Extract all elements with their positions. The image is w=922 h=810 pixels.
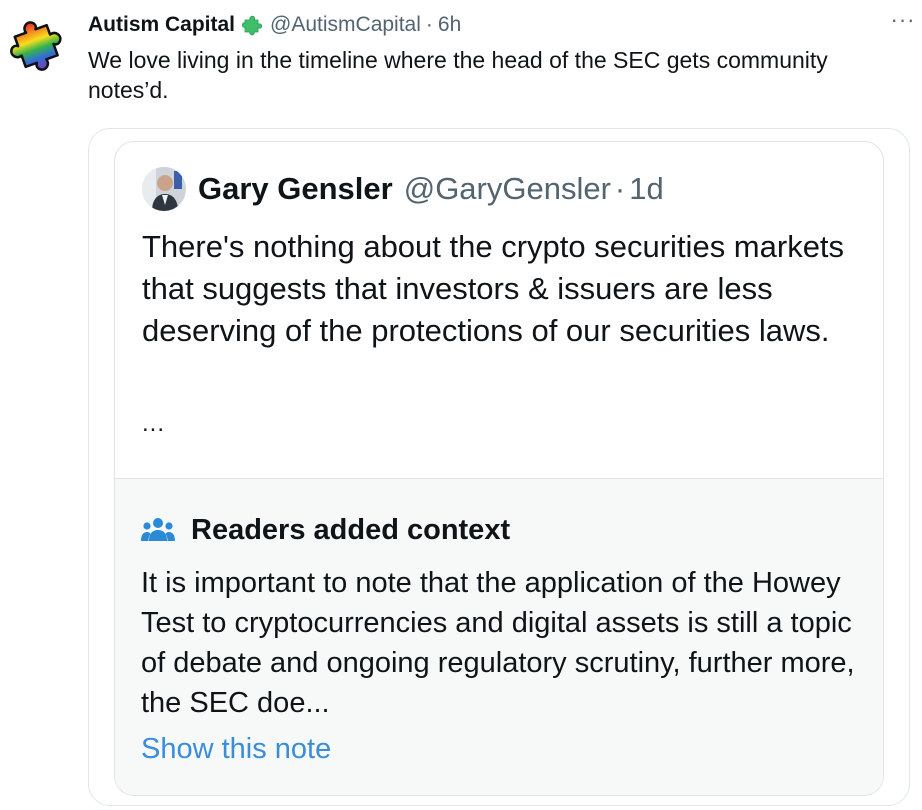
tweet-text: We love living in the timeline where the… bbox=[88, 47, 828, 103]
quoted-timestamp[interactable]: 1d bbox=[629, 171, 663, 207]
tweet-timestamp[interactable]: 6h bbox=[438, 13, 461, 37]
author-handle[interactable]: @AutismCapital bbox=[270, 13, 421, 37]
quoted-separator: · bbox=[614, 171, 626, 206]
quoted-tweet[interactable]: Gary Gensler @GaryGensler · 1d There's n… bbox=[114, 141, 884, 796]
quoted-author-handle[interactable]: @GaryGensler bbox=[404, 171, 611, 207]
embedded-screenshot[interactable]: Gary Gensler @GaryGensler · 1d There's n… bbox=[88, 128, 910, 806]
header-separator: · bbox=[425, 13, 433, 36]
tweet-header: Autism Capital @AutismCapital · 6h bbox=[88, 10, 912, 40]
author-name[interactable]: Autism Capital bbox=[88, 13, 235, 37]
show-note-link[interactable]: Show this note bbox=[141, 733, 331, 766]
community-note-text: It is important to note that the applica… bbox=[141, 567, 855, 719]
quoted-ellipsis: ... bbox=[142, 410, 166, 437]
people-icon bbox=[141, 517, 175, 543]
quoted-tweet-header: Gary Gensler @GaryGensler · 1d bbox=[142, 166, 664, 212]
tweet[interactable]: Autism Capital @AutismCapital · 6h ··· W… bbox=[0, 0, 922, 810]
puzzle-piece-icon bbox=[242, 14, 264, 36]
community-note-title: Readers added context bbox=[191, 513, 511, 546]
quoted-author-name[interactable]: Gary Gensler bbox=[198, 171, 393, 207]
rainbow-puzzle-icon[interactable] bbox=[4, 10, 74, 80]
community-note-header: Readers added context bbox=[141, 513, 510, 547]
quoted-tweet-text: There's nothing about the crypto securit… bbox=[142, 229, 845, 348]
quoted-avatar[interactable] bbox=[142, 167, 186, 211]
more-options-icon[interactable]: ··· bbox=[888, 6, 918, 34]
community-note: Readers added context It is important to… bbox=[115, 478, 883, 795]
